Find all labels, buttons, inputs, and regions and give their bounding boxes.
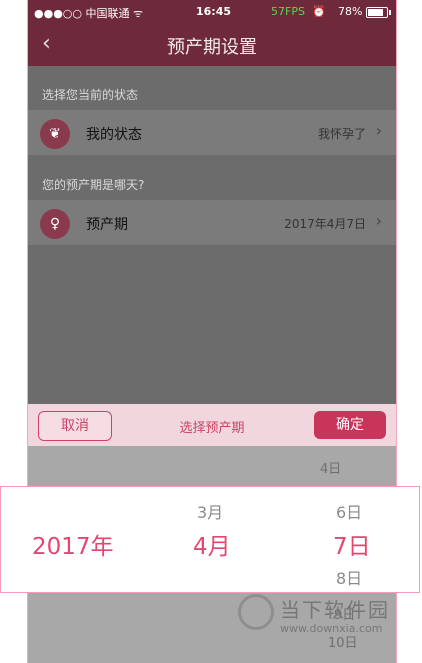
row-title: 预产期 (86, 217, 128, 233)
confirm-button[interactable]: 确定 (314, 411, 386, 439)
due-section-label: 您的预产期是哪天? (42, 178, 145, 192)
status-time: 16:45 (196, 5, 232, 18)
day-selected[interactable]: 7日 (333, 527, 371, 561)
nav-bar: ‹ 预产期设置 (28, 24, 396, 66)
page-title: 预产期设置 (167, 37, 257, 58)
year-selected[interactable]: 2017年 (32, 527, 114, 561)
day-option[interactable]: 4日 (320, 458, 341, 477)
day-option[interactable]: 6日 (336, 499, 362, 523)
alarm-icon: ⏰ (312, 5, 326, 18)
settings-content: 选择您当前的状态 ❦ 我的状态 我怀孕了 › 您的预产期是哪天? ♀ 预产期 2… (28, 66, 396, 404)
zoomed-date-picker[interactable]: 3月 6日 2017年 4月 7日 8日 (0, 486, 420, 593)
pregnant-icon: ♀ (40, 209, 70, 239)
carrier-text: ●●●○○ 中国联通 ᯤ (34, 7, 144, 20)
sprout-icon: ❦ (40, 119, 70, 149)
status-bar: ●●●○○ 中国联通 ᯤ 16:45 57FPS ⏰ 78% (28, 0, 396, 24)
month-option[interactable]: 3月 (197, 499, 223, 523)
watermark-logo-icon (238, 594, 274, 630)
my-status-row[interactable]: ❦ 我的状态 我怀孕了 › (28, 110, 396, 155)
picker-toolbar: 取消 选择预产期 确定 (28, 404, 396, 446)
row-value: 2017年4月7日 (284, 217, 366, 231)
row-value: 我怀孕了 (317, 127, 366, 141)
month-selected[interactable]: 4月 (193, 527, 231, 561)
fps-counter: 57FPS (271, 5, 305, 18)
row-title: 我的状态 (86, 127, 142, 143)
battery-icon (366, 7, 391, 18)
chevron-right-icon: › (375, 211, 382, 230)
watermark-url: www.downxia.com (280, 622, 383, 635)
chevron-right-icon: › (375, 121, 382, 140)
watermark-name: 当下软件园 (280, 598, 390, 622)
status-section-label: 选择您当前的状态 (42, 88, 139, 102)
due-date-row[interactable]: ♀ 预产期 2017年4月7日 › (28, 200, 396, 245)
battery-percent: 78% (338, 5, 363, 18)
day-option[interactable]: 8日 (336, 565, 362, 589)
